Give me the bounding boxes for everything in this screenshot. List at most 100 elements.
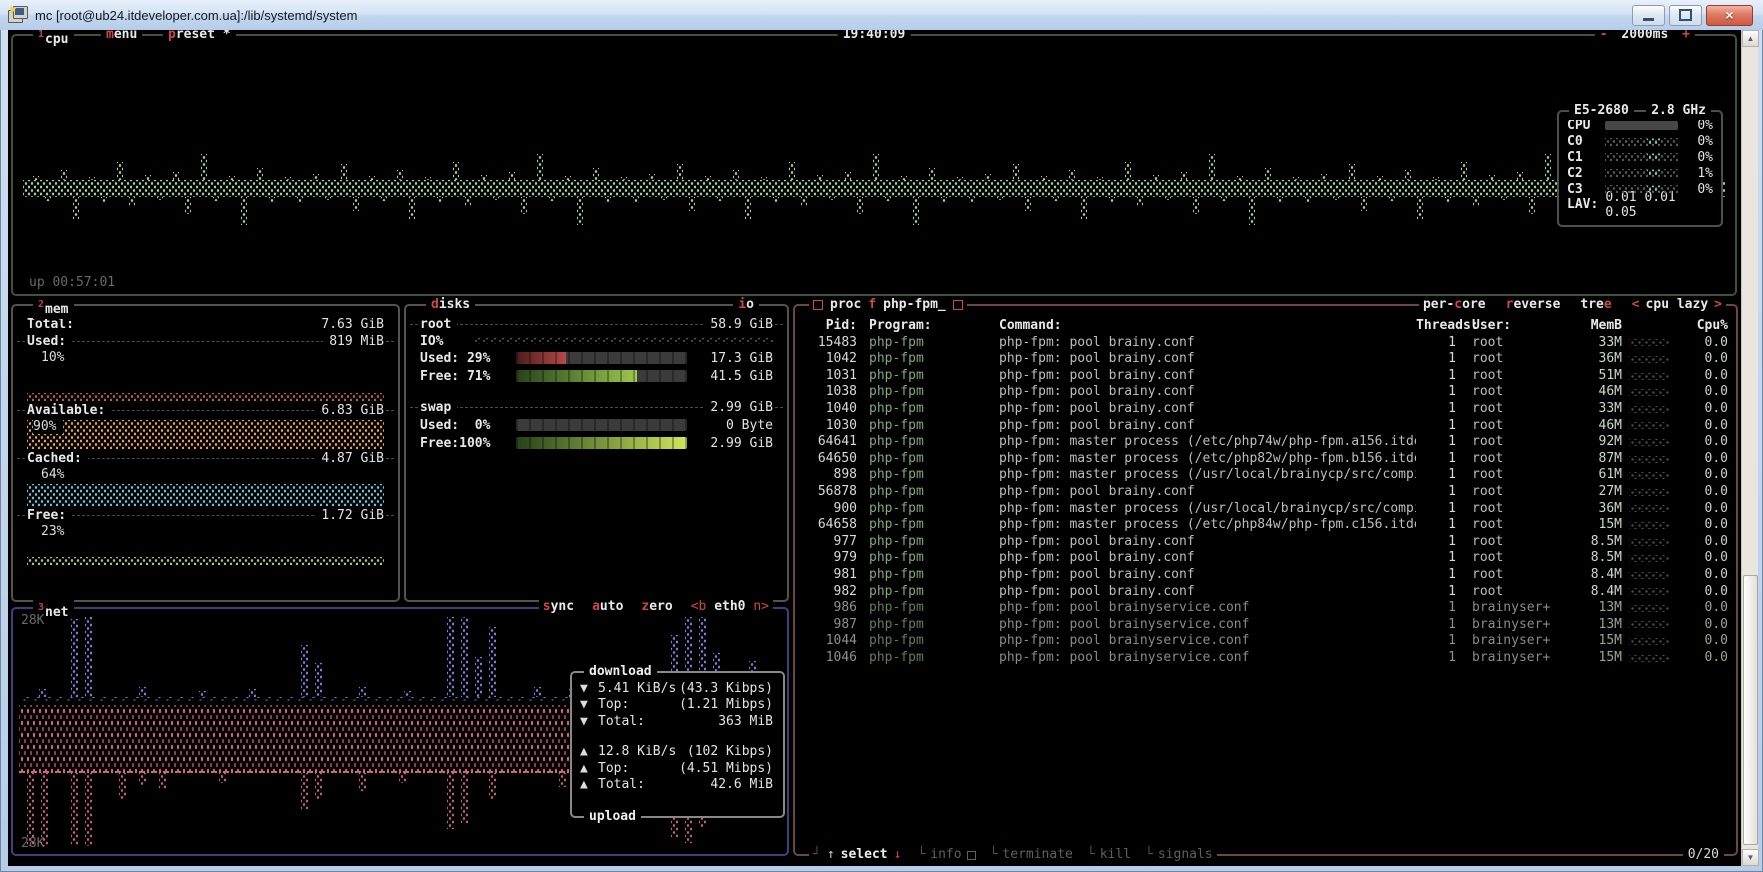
cpu-core-row: C00%: [1567, 134, 1713, 150]
filter-key[interactable]: f: [868, 296, 876, 314]
process-cpu-minigraph: [1629, 356, 1669, 363]
select-down-arrow[interactable]: ↓: [894, 846, 902, 864]
tree-toggle[interactable]: tree: [1580, 296, 1611, 314]
upload-top-row: ▲ Top: (4.51 Mibps): [580, 761, 773, 777]
interval-minus-button[interactable]: -: [1600, 30, 1608, 42]
clock: 19:40:09: [838, 30, 911, 44]
mem-section-divider: Used:819 MiB: [27, 333, 384, 350]
process-row[interactable]: 1044php-fpmphp-fpm: pool brainyservice.c…: [805, 633, 1728, 650]
process-row[interactable]: 15483php-fpmphp-fpm: pool brainy.conf1ro…: [805, 335, 1728, 352]
terminal: 1cpu menu preset * 19:40:09 - 2000ms + E…: [8, 30, 1741, 866]
process-row[interactable]: 981php-fpmphp-fpm: pool brainy.conf1root…: [805, 567, 1728, 584]
process-row[interactable]: 1040php-fpmphp-fpm: pool brainy.conf1roo…: [805, 401, 1728, 418]
cpu-model: E5-2680: [1569, 102, 1634, 120]
menu-button[interactable]: menu: [101, 30, 142, 44]
process-row[interactable]: 1046php-fpmphp-fpm: pool brainyservice.c…: [805, 650, 1728, 667]
core-history-graph: [1605, 169, 1678, 177]
cpu-frequency: 2.8 GHz: [1646, 102, 1711, 120]
disks-box-title[interactable]: disks: [426, 296, 475, 314]
terminate-action[interactable]: └terminate: [990, 846, 1073, 864]
interval-plus-button[interactable]: +: [1682, 30, 1690, 42]
process-cpu-minigraph: [1629, 406, 1669, 413]
net-sync-toggle[interactable]: sync: [543, 599, 574, 614]
process-table-header: Pid: Program: Command: Threads: User: Me…: [805, 318, 1728, 335]
process-cpu-minigraph: [1629, 655, 1669, 662]
info-box-icon: [967, 851, 976, 860]
process-row[interactable]: 1038php-fpmphp-fpm: pool brainy.conf1roo…: [805, 384, 1728, 401]
process-row[interactable]: 1031php-fpmphp-fpm: pool brainy.conf1roo…: [805, 368, 1728, 385]
cpu-total-row: CPU 0%: [1567, 118, 1713, 134]
disk-name-row: swap2.99 GiB: [420, 399, 773, 416]
process-cpu-minigraph: [1629, 339, 1669, 346]
process-row[interactable]: 1030php-fpmphp-fpm: pool brainy.conf1roo…: [805, 418, 1728, 435]
reverse-toggle[interactable]: reverse: [1506, 296, 1561, 314]
proc-box-title[interactable]: proc: [830, 296, 861, 314]
process-row[interactable]: 898php-fpmphp-fpm: master process (/usr/…: [805, 467, 1728, 484]
down-arrow-icon: ▼: [580, 697, 598, 713]
sort-prev-button[interactable]: <: [1632, 297, 1640, 312]
process-cpu-minigraph: [1629, 389, 1669, 396]
process-cpu-minigraph: [1629, 638, 1669, 645]
info-action[interactable]: └info: [917, 846, 975, 864]
filter-input[interactable]: php-fpm_: [883, 296, 946, 314]
iface-name: eth0: [706, 599, 753, 614]
scroll-thumb[interactable]: [1743, 575, 1758, 845]
titlebar[interactable]: mc [root@ub24.itdeveloper.com.ua]:/lib/s…: [0, 0, 1763, 30]
process-row[interactable]: 987php-fpmphp-fpm: pool brainyservice.co…: [805, 617, 1728, 634]
uptime-label: up 00:57:01: [29, 275, 115, 290]
putty-app-icon: [8, 6, 28, 24]
per-core-toggle[interactable]: per-core: [1423, 296, 1486, 314]
process-row[interactable]: 900php-fpmphp-fpm: master process (/usr/…: [805, 501, 1728, 518]
process-cpu-minigraph: [1629, 522, 1669, 529]
scroll-up-button[interactable]: ▲: [1742, 30, 1759, 47]
download-top-row: ▼ Top: (1.21 Mibps): [580, 697, 773, 713]
disk-used-bar: [516, 419, 687, 431]
scrollbar[interactable]: ▲ ▼: [1741, 30, 1758, 866]
filter-clear-icon[interactable]: [953, 300, 963, 310]
scroll-down-button[interactable]: ▼: [1742, 849, 1759, 866]
mem-section-divider: Available:6.83 GiB: [27, 402, 384, 419]
core-history-recent: [1647, 170, 1660, 176]
core-history-graph: [1605, 185, 1678, 193]
minimize-button[interactable]: [1632, 5, 1665, 26]
process-row[interactable]: 64658php-fpmphp-fpm: master process (/et…: [805, 517, 1728, 534]
kill-action[interactable]: └kill: [1087, 846, 1131, 864]
interval-value: 2000ms: [1621, 30, 1668, 42]
process-row[interactable]: 1042php-fpmphp-fpm: pool brainy.conf1roo…: [805, 351, 1728, 368]
maximize-button[interactable]: [1669, 5, 1702, 26]
sort-selector: <cpu lazy>: [1632, 296, 1722, 314]
process-row[interactable]: 979php-fpmphp-fpm: pool brainy.conf1root…: [805, 550, 1728, 567]
net-auto-toggle[interactable]: auto: [592, 599, 623, 614]
process-row[interactable]: 977php-fpmphp-fpm: pool brainy.conf1root…: [805, 534, 1728, 551]
mem-total-row: Total:7.63 GiB: [27, 316, 384, 333]
signals-action[interactable]: └signals: [1145, 846, 1213, 864]
select-label[interactable]: select: [841, 846, 888, 864]
select-up-arrow[interactable]: ↑: [827, 846, 835, 864]
io-mode-button[interactable]: io: [733, 296, 759, 314]
iface-prev-button[interactable]: <b: [691, 599, 707, 614]
net-zero-toggle[interactable]: zero: [641, 599, 672, 614]
mem-box-title[interactable]: 2mem: [33, 296, 74, 319]
process-cpu-minigraph: [1629, 439, 1669, 446]
mem-section-divider: Free:1.72 GiB: [27, 507, 384, 524]
cpu-box-title[interactable]: 1cpu: [33, 30, 74, 49]
process-row[interactable]: 982php-fpmphp-fpm: pool brainy.conf1root…: [805, 584, 1728, 601]
download-speed-row: ▼ 5.41 KiB/s (43.3 Kibps): [580, 681, 773, 697]
close-button[interactable]: ×: [1706, 5, 1753, 26]
cpu-usage-graph: [23, 136, 1725, 228]
process-cpu-minigraph: [1629, 422, 1669, 429]
process-row[interactable]: 64641php-fpmphp-fpm: master process (/et…: [805, 434, 1728, 451]
process-row[interactable]: 56878php-fpmphp-fpm: pool brainy.conf1ro…: [805, 484, 1728, 501]
up-arrow-icon: ▲: [580, 761, 598, 777]
interval-control: - 2000ms +: [1595, 30, 1695, 44]
preset-button[interactable]: preset *: [163, 30, 236, 44]
process-row[interactable]: 64650php-fpmphp-fpm: master process (/et…: [805, 451, 1728, 468]
load-average-row: LAV: 0.01 0.01 0.05: [1567, 197, 1713, 213]
process-cpu-minigraph: [1629, 605, 1669, 612]
process-cpu-minigraph: [1629, 489, 1669, 496]
sort-next-button[interactable]: >: [1714, 297, 1722, 312]
mem-section-graph: 90%: [27, 420, 384, 449]
iface-next-button[interactable]: n>: [753, 599, 769, 614]
process-row[interactable]: 986php-fpmphp-fpm: pool brainyservice.co…: [805, 600, 1728, 617]
net-box: 3net syncautozero<b eth0 n> 28K 28K down…: [11, 607, 789, 856]
